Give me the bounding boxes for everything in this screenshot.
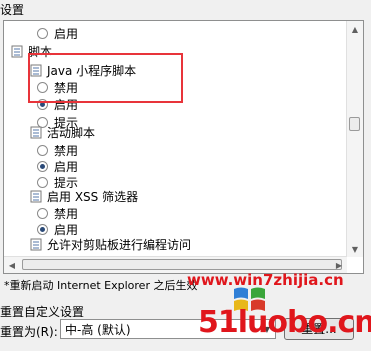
tree-node-label: 脚本 bbox=[28, 45, 53, 59]
tree-item-label: 禁用 bbox=[54, 81, 79, 95]
tree-node-label: 活动脚本 bbox=[47, 126, 96, 140]
watermark-big: 51luobo.cn bbox=[198, 305, 371, 340]
tree-item-label: 启用 bbox=[54, 160, 79, 174]
restart-note: *重新启动 Internet Explorer 之后生效 bbox=[4, 279, 198, 292]
tree-node-label: 启用 XSS 筛选器 bbox=[47, 190, 139, 204]
scroll-thumb[interactable] bbox=[22, 259, 342, 270]
radio-button[interactable] bbox=[37, 82, 48, 93]
radio-button[interactable] bbox=[37, 177, 48, 188]
reset-to-label: 重置为(R): bbox=[0, 325, 58, 339]
tree-node-xss-filter: 启用 XSS 筛选器 bbox=[30, 188, 138, 205]
tree-item-enable[interactable]: 启用 bbox=[37, 25, 78, 42]
tree-item-label: 禁用 bbox=[54, 144, 79, 158]
settings-node-icon bbox=[30, 238, 42, 251]
radio-button-checked[interactable] bbox=[37, 161, 48, 172]
scroll-up-icon[interactable]: ▲ bbox=[347, 21, 363, 37]
radio-button[interactable] bbox=[37, 145, 48, 156]
scroll-left-icon[interactable]: ◀ bbox=[4, 257, 20, 273]
tree-item-enable[interactable]: 启用 bbox=[37, 96, 78, 113]
vertical-scrollbar[interactable]: ▲ ▼ bbox=[346, 21, 363, 257]
tree-node-label: Java 小程序脚本 bbox=[47, 64, 137, 78]
tree-item-disable[interactable]: 禁用 bbox=[37, 205, 78, 222]
tree-node-label: 允许对剪贴板进行编程访问 bbox=[47, 238, 192, 252]
settings-node-icon bbox=[11, 45, 23, 58]
scroll-thumb[interactable] bbox=[349, 117, 360, 131]
tree-item-disable[interactable]: 禁用 bbox=[37, 79, 78, 96]
reset-section-title: 重置自定义设置 bbox=[0, 305, 85, 319]
tree-item-label: 启用 bbox=[54, 98, 79, 112]
scroll-down-icon[interactable]: ▼ bbox=[347, 241, 363, 257]
tree-item-label: 启用 bbox=[54, 27, 79, 41]
tree-node-scripts: 脚本 bbox=[11, 43, 52, 60]
radio-button-checked[interactable] bbox=[37, 224, 48, 235]
tree-node-java-applet-script: Java 小程序脚本 bbox=[30, 62, 136, 79]
tree-node-active-scripting: 活动脚本 bbox=[30, 124, 95, 141]
settings-tree[interactable]: 启用 脚本 Java 小程序脚本 禁用 启用 提示 活动脚本 禁用 启用 提示 … bbox=[3, 20, 364, 274]
select-value: 中-高 (默认) bbox=[65, 322, 131, 337]
settings-node-icon bbox=[30, 126, 42, 139]
tree-item-disable[interactable]: 禁用 bbox=[37, 142, 78, 159]
tree-item-enable[interactable]: 启用 bbox=[37, 158, 78, 175]
settings-label: 设置 bbox=[0, 3, 25, 17]
tree-item-label: 禁用 bbox=[54, 207, 79, 221]
settings-node-icon bbox=[30, 64, 42, 77]
radio-button-checked[interactable] bbox=[37, 99, 48, 110]
settings-node-icon bbox=[30, 190, 42, 203]
radio-button[interactable] bbox=[37, 208, 48, 219]
tree-node-clipboard-access: 允许对剪贴板进行编程访问 bbox=[30, 236, 191, 253]
radio-button[interactable] bbox=[37, 28, 48, 39]
